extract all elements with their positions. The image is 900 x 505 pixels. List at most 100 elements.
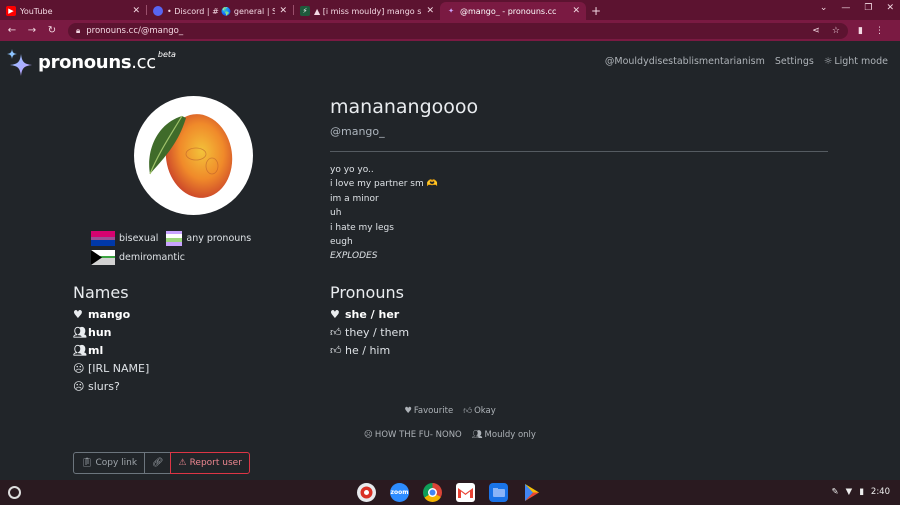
flag-bisexual: bisexual — [91, 230, 159, 246]
legend-favourite: ♥ Favourite — [404, 406, 454, 416]
frown-icon: ☹ — [364, 430, 373, 440]
copy-link-button[interactable]: 📋︎ Copy link — [73, 452, 146, 474]
play-store-app-icon[interactable] — [522, 483, 541, 502]
nav-settings-link[interactable]: Settings — [775, 56, 814, 67]
status-area[interactable]: ✎ ▼ ▮ 2:40 — [832, 487, 890, 497]
youtube-icon: ▶ — [6, 6, 16, 16]
minimize-icon[interactable]: — — [841, 3, 850, 13]
tab-title: @mango_ - pronouns.cc — [460, 6, 557, 16]
flag-label: any pronouns — [186, 232, 252, 244]
tab-pronouns[interactable]: ✦ @mango_ - pronouns.cc ✕ — [440, 2, 586, 20]
people-icon: 👥︎ — [73, 344, 87, 357]
bio-line: im a minor — [330, 193, 379, 204]
gmail-app-icon[interactable] — [456, 483, 475, 502]
window-controls: ⌄ — ❐ ✕ — [820, 3, 894, 13]
tab-strip: ▶ YouTube ✕ • Discord | # 🌎 general | So… — [0, 0, 900, 20]
menu-icon[interactable]: ⋮ — [875, 26, 884, 36]
brand-logo[interactable]: pronouns.cc beta — [6, 48, 176, 76]
report-user-button[interactable]: ⚠ Report user — [170, 452, 250, 474]
mango-avatar-image — [149, 114, 233, 198]
pronoun-entry: 👍︎ he / him — [330, 342, 409, 360]
names-heading: Names — [73, 283, 129, 302]
files-app-icon[interactable] — [489, 483, 508, 502]
name-entry: ☹ [IRL NAME] — [73, 360, 149, 378]
tab-title: ▲ [i miss mouldy] mango s — [314, 6, 422, 16]
legend-mouldy-only: 👥︎ Mouldy only — [471, 430, 536, 440]
profile-actions: 📋︎ Copy link 🔗︎ ⚠ Report user — [73, 452, 250, 474]
brand-name: pronouns.cc — [38, 52, 156, 73]
bio: yo yo yo.. i love my partner sm 🫶 im a m… — [330, 163, 438, 264]
bio-line: i love my partner sm 🫶 — [330, 179, 438, 190]
close-icon[interactable]: ✕ — [426, 6, 434, 16]
os-shelf: zoom ✎ ▼ ▮ 2:40 — [0, 480, 900, 505]
clipboard-icon: 📋︎ — [81, 458, 93, 468]
heart-icon: ♥ — [73, 308, 83, 321]
tab-mouldy[interactable]: ⚡ ▲ [i miss mouldy] mango s ✕ — [294, 2, 440, 20]
photos-app-icon[interactable] — [357, 483, 376, 502]
tab-discord[interactable]: • Discord | # 🌎 general | Sou ✕ — [147, 2, 293, 20]
close-window-icon[interactable]: ✕ — [886, 3, 894, 13]
short-link-button[interactable]: 🔗︎ — [145, 452, 172, 474]
shelf-apps: zoom — [357, 483, 541, 502]
browser-toolbar: ← → ↻ 🔒︎ pronouns.cc/@mango_ ⋖ ☆ ▮ ⋮ — [0, 20, 900, 41]
forward-icon[interactable]: → — [24, 25, 40, 36]
warning-icon: ⚠ — [178, 458, 187, 468]
wifi-icon: ▼ — [845, 487, 853, 497]
maximize-icon[interactable]: ❐ — [864, 3, 872, 13]
chrome-app-icon[interactable] — [423, 483, 442, 502]
pride-flags: bisexual any pronouns demiromantic — [91, 230, 259, 268]
close-icon[interactable]: ✕ — [132, 6, 140, 16]
bookmark-star-icon[interactable]: ☆ — [832, 26, 840, 36]
tab-title: • Discord | # 🌎 general | Sou — [167, 6, 276, 16]
names-list: ♥ mango 👥︎ hun 👥︎ ml ☹ [IRL NAME] ☹ slurs? — [73, 306, 149, 396]
pen-icon: ✎ — [831, 487, 839, 497]
name-entry: ☹ slurs? — [73, 378, 149, 396]
clock: 2:40 — [870, 487, 890, 497]
divider — [330, 151, 828, 152]
close-icon[interactable]: ✕ — [572, 6, 580, 16]
reload-icon[interactable]: ↻ — [44, 25, 60, 36]
side-panel-icon[interactable]: ▮ — [858, 26, 863, 36]
bio-line: yo yo yo.. — [330, 165, 374, 175]
bio-line: EXPLODES — [330, 251, 378, 262]
legend-row: ♥ Favourite 👍︎ Okay — [0, 406, 900, 416]
thumbs-up-icon: 👍︎ — [463, 406, 473, 416]
beta-label: beta — [157, 50, 176, 59]
legend-okay: 👍︎ Okay — [463, 406, 496, 416]
demiromantic-flag-icon — [91, 249, 115, 265]
close-icon[interactable]: ✕ — [279, 6, 287, 16]
site-header: pronouns.cc beta @Mouldydisestablismenta… — [0, 41, 900, 85]
launcher-icon[interactable] — [8, 486, 21, 499]
share-icon[interactable]: ⋖ — [812, 26, 820, 36]
any-pronouns-flag-icon — [166, 230, 183, 246]
tab-search-icon[interactable]: ⌄ — [820, 3, 828, 13]
bio-line: uh — [330, 208, 342, 219]
lock-icon[interactable]: 🔒︎ — [76, 26, 80, 36]
thumbs-up-icon: 👍︎ — [330, 344, 342, 357]
nav-user-link[interactable]: @Mouldydisestablismentarianism — [605, 56, 765, 67]
username: @mango_ — [330, 125, 385, 138]
pronouns-heading: Pronouns — [330, 283, 404, 302]
display-name: mananangoooo — [330, 96, 479, 118]
flag-label: demiromantic — [119, 251, 185, 263]
flag-label: bisexual — [119, 232, 159, 244]
new-tab-button[interactable]: + — [586, 2, 606, 20]
zoom-app-icon[interactable]: zoom — [390, 483, 409, 502]
pronouns-list: ♥ she / her 👍︎ they / them 👍︎ he / him — [330, 306, 409, 360]
frown-icon: ☹ — [73, 362, 85, 375]
flag-demiromantic: demiromantic — [91, 249, 185, 265]
people-icon: 👥︎ — [73, 326, 87, 339]
theme-toggle[interactable]: ☼ Light mode — [824, 56, 888, 67]
address-bar[interactable]: 🔒︎ pronouns.cc/@mango_ ⋖ ☆ — [68, 22, 848, 39]
bio-line: i hate my legs — [330, 222, 394, 233]
link-icon: 🔗︎ — [152, 458, 164, 468]
flag-any-pronouns: any pronouns — [166, 230, 252, 246]
pronoun-entry: 👍︎ they / them — [330, 324, 409, 342]
battery-icon: ▮ — [859, 487, 864, 497]
back-icon[interactable]: ← — [4, 25, 20, 36]
pronoun-entry: ♥ she / her — [330, 306, 409, 324]
sparkle-logo-icon — [7, 49, 32, 76]
tab-youtube[interactable]: ▶ YouTube ✕ — [0, 2, 146, 20]
heart-icon: ♥ — [404, 406, 412, 416]
legend-no: ☹ HOW THE FU- NONO — [364, 430, 462, 440]
